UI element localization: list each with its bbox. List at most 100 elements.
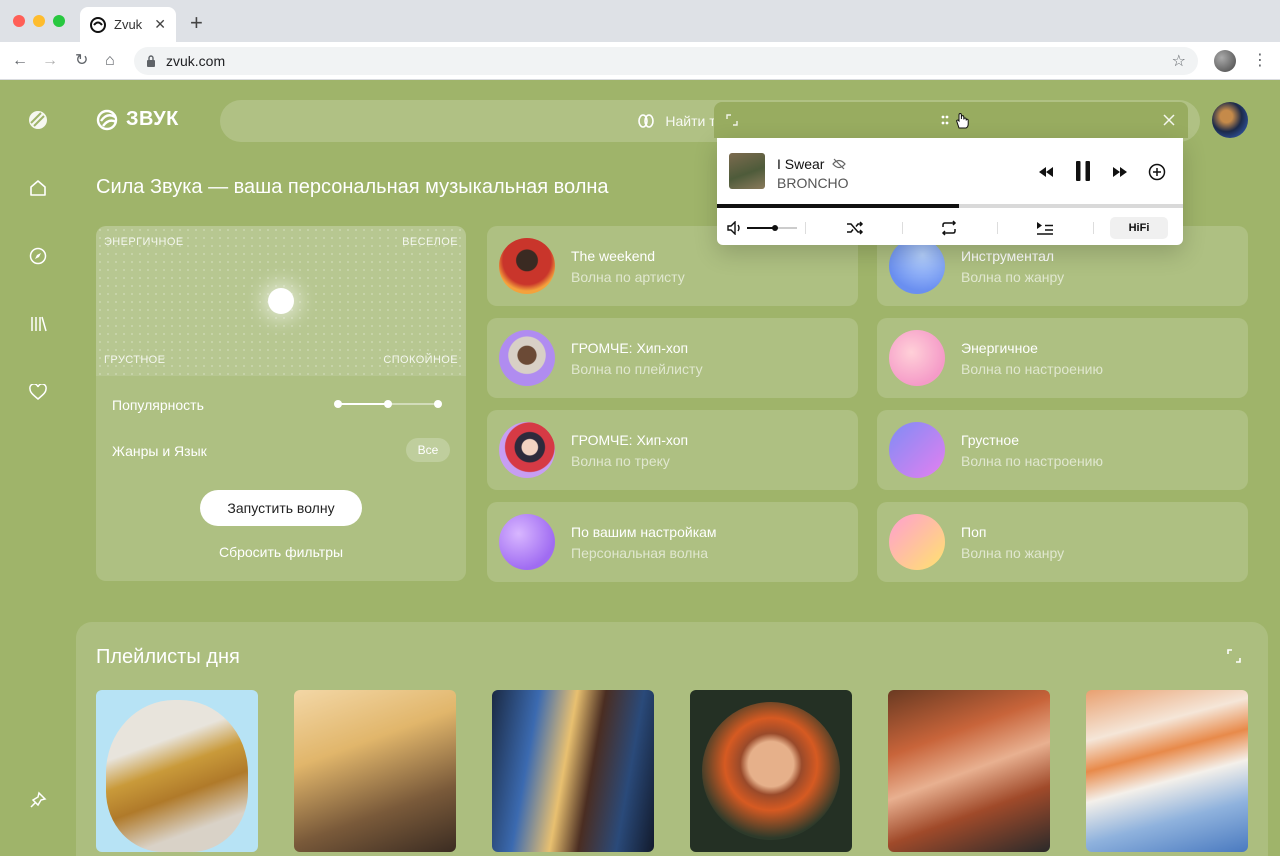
track-cover[interactable] [729, 153, 765, 189]
popularity-step-mid[interactable] [384, 400, 392, 408]
playlist-cover[interactable] [294, 690, 456, 852]
playlist-cover[interactable] [690, 690, 852, 852]
mood-picker[interactable]: ЭНЕРГИЧНОЕ ВЕСЕЛОЕ ГРУСТНОЕ СПОКОЙНОЕ [96, 226, 466, 376]
playlist-cover[interactable] [96, 690, 258, 852]
wave-subtitle: Персональная волна [571, 545, 708, 561]
sidebar-library-icon[interactable] [28, 314, 48, 334]
track-artist[interactable]: BRONCHO [777, 175, 849, 191]
volume-icon[interactable] [725, 218, 745, 238]
mini-player-drag-bar[interactable] [714, 102, 1188, 138]
back-icon[interactable]: ← [12, 51, 28, 71]
wave-card-energetic[interactable]: Энергичное Волна по настроению [877, 318, 1248, 398]
bookmark-star-icon[interactable]: ☆ [1172, 51, 1186, 71]
expand-icon[interactable] [1226, 648, 1242, 664]
wave-title: Инструментал [961, 248, 1055, 264]
wave-card-playlist[interactable]: ГРОМЧЕ: Хип-хоп Волна по плейлисту [487, 318, 858, 398]
popularity-slider[interactable] [334, 400, 442, 408]
new-tab-button[interactable]: + [190, 12, 203, 34]
hifi-toggle[interactable]: HiFi [1110, 217, 1168, 239]
forward-icon[interactable]: → [42, 51, 58, 71]
start-wave-button[interactable]: Запустить волну [200, 490, 362, 526]
explicit-hidden-icon [832, 158, 847, 170]
sidebar-favorites-heart-icon[interactable] [28, 382, 48, 402]
track-cover [499, 422, 555, 478]
wave-card-track[interactable]: ГРОМЧЕ: Хип-хоп Волна по треку [487, 410, 858, 490]
divider [997, 222, 998, 234]
home-icon[interactable]: ⌂ [105, 51, 115, 71]
wave-card-pop[interactable]: Поп Волна по жанру [877, 502, 1248, 582]
sidebar-logo-icon[interactable] [28, 110, 48, 130]
playlist-cover[interactable] [1086, 690, 1248, 852]
pause-icon[interactable] [1072, 159, 1094, 183]
mini-player: I Swear BRONCHO HiFi [717, 138, 1183, 245]
sidebar-home-icon[interactable] [28, 178, 48, 198]
address-bar[interactable]: zvuk.com ☆ [134, 47, 1198, 75]
volume-slider[interactable] [747, 225, 797, 231]
genres-all-chip[interactable]: Все [406, 438, 450, 462]
browser-tab-strip: Zvuk ✕ + [0, 0, 1280, 42]
pop-orb [889, 514, 945, 570]
wave-card-sad[interactable]: Грустное Волна по настроению [877, 410, 1248, 490]
track-progress-bar[interactable] [717, 204, 1183, 208]
previous-track-icon[interactable] [1036, 162, 1056, 182]
close-player-icon[interactable] [1163, 114, 1175, 126]
maximize-window-button[interactable] [53, 15, 65, 27]
wave-title: ГРОМЧЕ: Хип-хоп [571, 340, 689, 356]
mood-knob[interactable] [268, 288, 294, 314]
hand-cursor-icon [956, 112, 969, 129]
wave-subtitle: Волна по жанру [961, 269, 1065, 285]
wave-subtitle: Волна по треку [571, 453, 670, 469]
reset-filters-link[interactable]: Сбросить фильтры [96, 544, 466, 560]
expand-player-icon[interactable] [726, 114, 738, 126]
wave-card-personal[interactable]: По вашим настройкам Персональная волна [487, 502, 858, 582]
user-avatar[interactable] [1212, 102, 1248, 138]
popularity-step-high[interactable] [434, 400, 442, 408]
repeat-icon[interactable] [939, 218, 959, 238]
playlist-cover[interactable] [888, 690, 1050, 852]
add-to-collection-icon[interactable] [1147, 162, 1167, 182]
track-title-row[interactable]: I Swear [777, 156, 847, 172]
wave-subtitle: Волна по плейлисту [571, 361, 703, 377]
playlist-cover[interactable] [492, 690, 654, 852]
artist-photo [499, 238, 555, 294]
reload-icon[interactable]: ↻ [75, 51, 88, 71]
track-progress-fill [717, 204, 960, 208]
page-title: Сила Звука — ваша персональная музыкальн… [96, 176, 609, 198]
wave-title: Энергичное [961, 340, 1038, 356]
browser-profile-avatar[interactable] [1214, 50, 1236, 72]
shuffle-icon[interactable] [845, 218, 865, 238]
sidebar-compass-icon[interactable] [28, 246, 48, 266]
next-track-icon[interactable] [1110, 162, 1130, 182]
wave-title: Грустное [961, 432, 1019, 448]
wave-subtitle: Волна по жанру [961, 545, 1065, 561]
browser-tab[interactable]: Zvuk ✕ [80, 7, 176, 42]
popularity-step-low[interactable] [334, 400, 342, 408]
wave-subtitle: Волна по артисту [571, 269, 685, 285]
zvuk-favicon-icon [90, 16, 106, 33]
tab-close-icon[interactable]: ✕ [154, 16, 166, 33]
personal-wave-orb [499, 514, 555, 570]
queue-icon[interactable] [1035, 218, 1055, 238]
mood-label-calm: СПОКОЙНОЕ [383, 354, 458, 366]
logo-text: ЗВУК [126, 108, 179, 130]
sidebar-pin-icon[interactable] [28, 790, 48, 810]
wave-subtitle: Волна по настроению [961, 453, 1103, 469]
sad-orb [889, 422, 945, 478]
wave-title: Поп [961, 524, 987, 540]
popularity-slider-fill [338, 403, 388, 405]
volume-slider-handle[interactable] [771, 225, 778, 231]
popularity-label: Популярность [112, 397, 204, 413]
search-waveform-icon [638, 114, 655, 128]
mood-label-sad: ГРУСТНОЕ [104, 354, 166, 366]
playlist-image [702, 702, 840, 840]
genres-language-label: Жанры и Язык [112, 443, 207, 459]
minimize-window-button[interactable] [33, 15, 45, 27]
wave-title: ГРОМЧЕ: Хип-хоп [571, 432, 689, 448]
section-title: Плейлисты дня [96, 646, 240, 668]
close-window-button[interactable] [13, 15, 25, 27]
wave-title: The weekend [571, 248, 656, 264]
lock-icon [147, 55, 155, 67]
drag-handle-icon[interactable] [941, 115, 953, 125]
browser-menu-icon[interactable]: ⋮ [1252, 50, 1268, 70]
zvuk-logo[interactable]: ЗВУК [96, 108, 179, 131]
